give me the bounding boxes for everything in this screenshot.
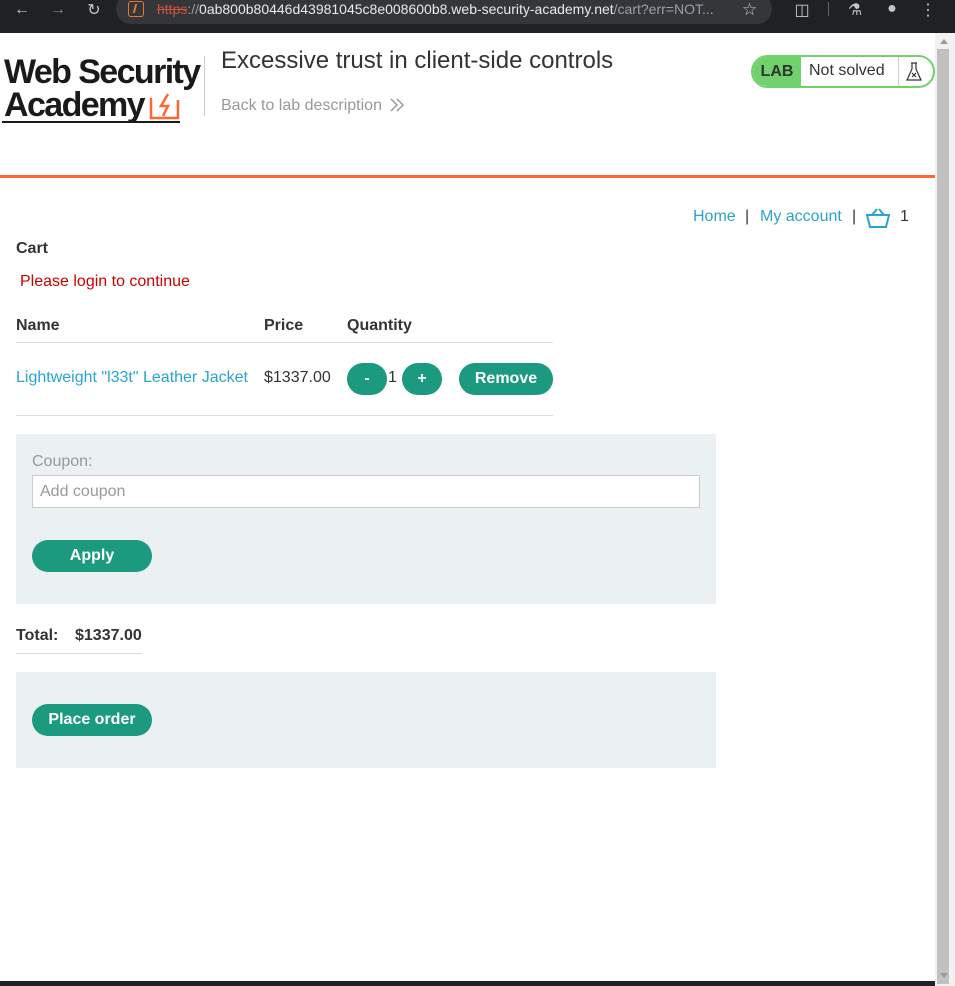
lab-status-badge: LAB Not solved: [751, 55, 935, 88]
table-row-divider: [16, 415, 553, 416]
double-chevron-right-icon[interactable]: [389, 96, 405, 114]
decrease-quantity-button[interactable]: -: [347, 363, 387, 395]
back-to-lab-description-link[interactable]: Back to lab description: [221, 97, 382, 115]
cart-count: 1: [900, 208, 909, 225]
menu-kebab-icon[interactable]: ⋮: [917, 0, 939, 20]
column-header-price: Price: [264, 317, 304, 334]
total-label: Total:: [16, 627, 59, 644]
vertical-scrollbar[interactable]: [935, 33, 955, 986]
logo-bolt-icon: [149, 93, 180, 120]
increase-quantity-button[interactable]: +: [402, 363, 442, 395]
logo-underline: [2, 121, 180, 123]
back-arrow-icon[interactable]: ←: [7, 0, 37, 20]
lab-status-text: Not solved: [809, 62, 885, 79]
product-quantity: 1: [388, 369, 397, 386]
web-security-academy-logo[interactable]: Web Security Academy: [0, 53, 205, 125]
scroll-up-arrow-icon[interactable]: [940, 39, 948, 44]
cart-heading: Cart: [16, 240, 49, 257]
lab-badge-divider: [898, 57, 899, 86]
forward-arrow-icon[interactable]: →: [43, 0, 73, 20]
header-accent-line: [0, 175, 935, 178]
cart-basket-icon[interactable]: [866, 208, 890, 228]
bookmark-star-icon[interactable]: ☆: [742, 0, 757, 20]
column-header-name: Name: [16, 317, 60, 334]
logo-text-line2: Academy: [4, 86, 146, 124]
nav-separator: |: [852, 208, 857, 225]
lab-title: Excessive trust in client-side controls: [221, 47, 614, 74]
nav-separator: |: [745, 208, 750, 225]
total-divider: [16, 653, 142, 654]
login-error-message: Please login to continue: [20, 273, 190, 290]
flask-icon: [906, 62, 922, 81]
nav-my-account-link[interactable]: My account: [760, 208, 842, 226]
toolbar-divider: [828, 2, 829, 16]
header-divider: [204, 56, 205, 116]
browser-toolbar: ← → ↻ https://0ab800b80446d43981045c8e00…: [0, 0, 955, 33]
product-name-link[interactable]: Lightweight "l33t" Leather Jacket: [16, 369, 248, 387]
coupon-label: Coupon:: [32, 453, 93, 470]
profile-icon[interactable]: ●: [881, 0, 903, 18]
extensions-icon[interactable]: ◫: [791, 0, 813, 20]
scrollbar-thumb[interactable]: [937, 49, 949, 984]
column-header-quantity: Quantity: [347, 317, 412, 334]
product-price: $1337.00: [264, 369, 331, 386]
nav-home-link[interactable]: Home: [693, 208, 736, 226]
coupon-panel: [16, 434, 716, 604]
bottom-edge: [0, 981, 935, 986]
table-header-divider: [16, 342, 553, 343]
url-text: https://0ab800b80446d43981045c8e008600b8…: [157, 1, 714, 17]
address-bar[interactable]: https://0ab800b80446d43981045c8e008600b8…: [116, 0, 772, 24]
scroll-down-arrow-icon[interactable]: [940, 973, 948, 978]
labs-flask-icon[interactable]: ⚗: [844, 0, 866, 20]
reload-icon[interactable]: ↻: [79, 0, 109, 20]
total-value: $1337.00: [75, 627, 142, 644]
lab-tag: LAB: [753, 57, 801, 86]
remove-item-button[interactable]: Remove: [459, 363, 553, 395]
site-favicon-icon: [128, 1, 144, 17]
place-order-button[interactable]: Place order: [32, 704, 152, 736]
apply-coupon-button[interactable]: Apply: [32, 540, 152, 572]
coupon-input[interactable]: [32, 475, 700, 508]
